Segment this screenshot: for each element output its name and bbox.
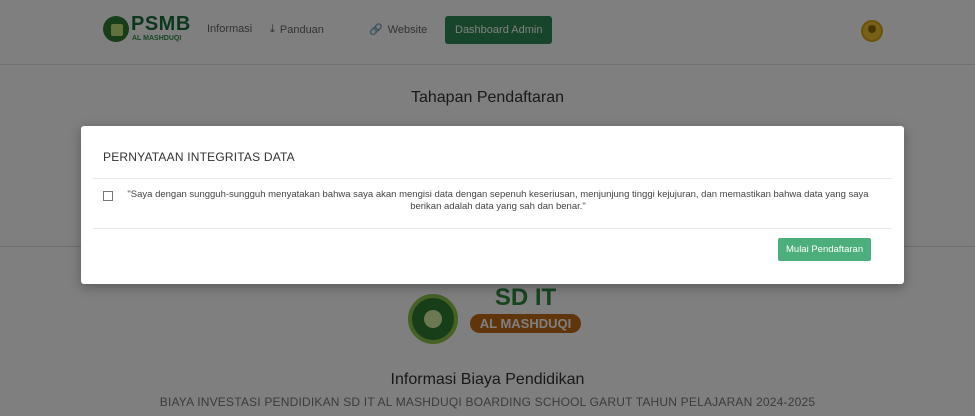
modal-divider-bottom [93,228,892,229]
modal-title: PERNYATAAN INTEGRITAS DATA [103,150,295,164]
integrity-modal: PERNYATAAN INTEGRITAS DATA "Saya dengan … [81,126,904,284]
statement-text: "Saya dengan sungguh-sungguh menyatakan … [127,189,869,212]
statement-checkbox[interactable] [103,191,113,201]
modal-divider-top [93,178,892,179]
statement-checkbox-row[interactable]: "Saya dengan sungguh-sungguh menyatakan … [103,189,883,213]
start-registration-button[interactable]: Mulai Pendaftaran [778,238,872,261]
